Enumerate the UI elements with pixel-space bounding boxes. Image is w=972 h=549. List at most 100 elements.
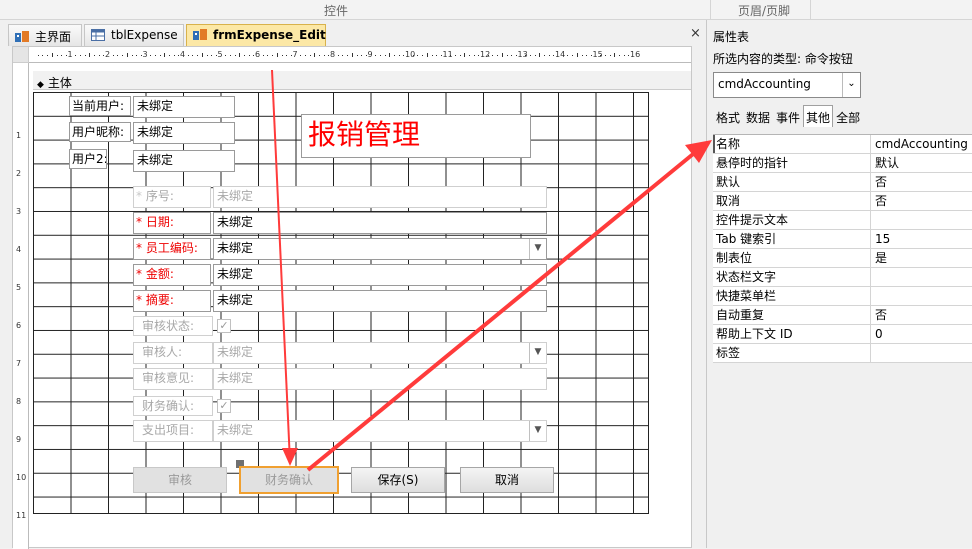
property-value[interactable] [870, 344, 972, 362]
property-value[interactable]: 是 [870, 249, 972, 267]
property-sheet: 属性表 所选内容的类型: 命令按钮 cmdAccounting ⌄ 格式 数据 事件其… [706, 20, 972, 548]
ruler-tick [567, 55, 569, 56]
form-selector[interactable] [13, 47, 29, 63]
ruler-tick [356, 55, 358, 56]
property-name: 悬停时的指针 [716, 156, 789, 170]
ruler-tick [206, 55, 208, 56]
property-row[interactable]: 状态栏文字 [713, 268, 972, 287]
property-value[interactable] [870, 287, 972, 305]
property-value[interactable]: 否 [870, 192, 972, 210]
tab-format[interactable]: 格式 [713, 105, 743, 127]
audit-button[interactable]: 审核 [133, 467, 227, 493]
summary-field[interactable]: 未绑定 [213, 290, 547, 312]
property-row[interactable]: 帮助上下文 ID 0 [713, 325, 972, 344]
tab-all[interactable]: 全部 [833, 105, 863, 127]
chevron-down-icon[interactable]: ▼ [529, 239, 546, 259]
property-row[interactable]: 制表位 是 [713, 249, 972, 268]
property-value[interactable] [870, 211, 972, 229]
finance-confirm-checkbox[interactable]: ✓ [217, 399, 231, 413]
ruler-tick [201, 53, 203, 57]
ruler-tick [75, 55, 77, 56]
ruler-tick [304, 55, 306, 56]
property-row[interactable]: 名称 cmdAccounting [713, 135, 972, 154]
employee-code-label: * 员工编码: [133, 238, 211, 260]
ruler-tick [619, 55, 620, 56]
current-user-label: 当前用户: [69, 96, 131, 116]
property-value[interactable]: 15 [870, 230, 972, 248]
property-row[interactable]: 快捷菜单栏 [713, 287, 972, 306]
property-value[interactable] [870, 268, 972, 286]
property-row[interactable]: 标签 [713, 344, 972, 363]
ruler-tick [450, 55, 452, 56]
ruler-tick [351, 53, 353, 57]
audit-status-checkbox[interactable]: ✓ [217, 319, 231, 333]
tab-other[interactable]: 其他 [803, 105, 834, 127]
property-row[interactable]: Tab 键索引 15 [713, 230, 972, 249]
control-selector[interactable]: cmdAccounting ⌄ [713, 72, 861, 98]
ruler-tick [65, 55, 67, 56]
property-name: 状态栏文字 [716, 270, 777, 284]
property-value[interactable]: 默认 [870, 154, 972, 172]
tab-main[interactable]: 主界面 [8, 24, 82, 46]
form-design-view: 1 2 3 4 5 6 7 8 9 10 11 12 13 14 15 16 1 2 3 4 5 6 7 8 9 10 11 ◆ 主… [12, 46, 692, 549]
property-value[interactable]: 0 [870, 325, 972, 343]
user-nickname-field[interactable]: 未绑定 [133, 122, 235, 144]
employee-code-combo[interactable]: 未绑定 ▼ [213, 238, 547, 260]
property-value[interactable]: 否 [870, 173, 972, 191]
property-name: 名称 [716, 137, 741, 151]
audit-opinion-field[interactable]: 未绑定 [213, 368, 547, 390]
property-row[interactable]: 取消 否 [713, 192, 972, 211]
serial-label: * 序号: [133, 186, 211, 208]
ruler-tick [89, 53, 91, 57]
ruler-tick [422, 55, 424, 56]
summary-label-text: 摘要: [145, 293, 174, 307]
ruler-tick [562, 55, 564, 56]
ruler-tick [239, 53, 241, 57]
user2-label: 用户2: [69, 149, 107, 169]
chevron-down-icon[interactable]: ▼ [529, 421, 546, 441]
current-user-field[interactable]: 未绑定 [133, 96, 235, 118]
tab-frmexpense-edit[interactable]: frmExpense_Edit [186, 24, 326, 47]
ruler-tick [178, 55, 180, 56]
finance-confirm-label: 财务确认: [133, 396, 213, 416]
auditor-combo[interactable]: 未绑定 ▼ [213, 342, 547, 364]
chevron-down-icon[interactable]: ▼ [529, 343, 546, 363]
ruler-number: 5 [16, 283, 22, 292]
ruler-tick [604, 55, 606, 56]
property-row[interactable]: 悬停时的指针 默认 [713, 154, 972, 173]
date-field[interactable]: 未绑定 [213, 212, 547, 234]
tab-data[interactable]: 数据 [743, 105, 773, 127]
amount-field[interactable]: 未绑定 [213, 264, 547, 286]
finance-confirm-button[interactable]: 财务确认 [239, 466, 339, 494]
save-button[interactable]: 保存(S) [351, 467, 445, 493]
close-icon[interactable]: × [690, 26, 701, 41]
property-value[interactable]: cmdAccounting [870, 135, 972, 153]
form-icon [193, 29, 207, 44]
ruler-tick [487, 55, 489, 56]
property-name: 取消 [716, 194, 741, 208]
property-row[interactable]: 自动重复 否 [713, 306, 972, 325]
serial-field[interactable]: 未绑定 [213, 186, 547, 208]
property-value[interactable]: 否 [870, 306, 972, 324]
expense-item-combo[interactable]: 未绑定 ▼ [213, 420, 547, 442]
chevron-down-icon[interactable]: ⌄ [842, 73, 860, 97]
cancel-button[interactable]: 取消 [460, 467, 554, 493]
property-row[interactable]: 控件提示文本 [713, 211, 972, 230]
ruler-tick [215, 55, 217, 56]
ruler-tick [234, 55, 236, 56]
ruler-tick [229, 55, 231, 56]
detail-section-bar[interactable]: ◆ 主体 [33, 71, 691, 90]
tab-tblexpense[interactable]: tblExpense [84, 24, 184, 46]
date-label-text: 日期: [145, 215, 174, 229]
property-row[interactable]: 默认 否 [713, 173, 972, 192]
amount-label: * 金额: [133, 264, 211, 286]
ruler-tick [309, 55, 311, 56]
ruler-number: 7 [16, 359, 22, 368]
user2-field[interactable]: 未绑定 [133, 150, 235, 172]
tab-event[interactable]: 事件 [773, 105, 803, 127]
ruler-tick [539, 53, 541, 57]
ruler-tick [319, 55, 320, 56]
form-title-label[interactable]: 报销管理 [301, 114, 531, 158]
ribbon-group-bar: 控件 页眉/页脚 [0, 0, 972, 20]
property-tabs: 格式 数据 事件 其他 全部 [713, 105, 863, 127]
